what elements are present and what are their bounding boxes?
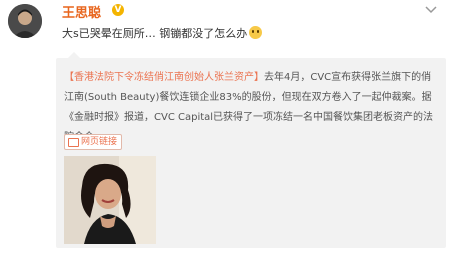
repost-topic-tag[interactable]: 【香港法院下令冻结俏江南创始人张兰资产】: [64, 72, 264, 83]
repost-photo[interactable]: [64, 156, 156, 244]
smile-emoji-icon: [249, 26, 263, 39]
repost-card: 【香港法院下令冻结俏江南创始人张兰资产】去年4月，CVC宣布获得张兰旗下的俏江南…: [56, 58, 446, 248]
post-content: 大s已哭晕在厕所… 钢镚都没了怎么办: [62, 25, 263, 41]
chevron-down-icon[interactable]: [424, 5, 438, 15]
weibo-post: 王思聪 V 大s已哭晕在厕所… 钢镚都没了怎么办 【香港法院下令冻结俏江南创始人…: [0, 0, 450, 255]
link-icon: [68, 138, 79, 147]
web-link-button[interactable]: 网页链接: [64, 134, 123, 150]
username[interactable]: 王思聪: [62, 2, 101, 21]
web-link-label: 网页链接: [81, 137, 118, 147]
post-text: 大s已哭晕在厕所… 钢镚都没了怎么办: [62, 27, 248, 40]
avatar[interactable]: [8, 4, 42, 38]
verified-badge: V: [112, 4, 124, 16]
